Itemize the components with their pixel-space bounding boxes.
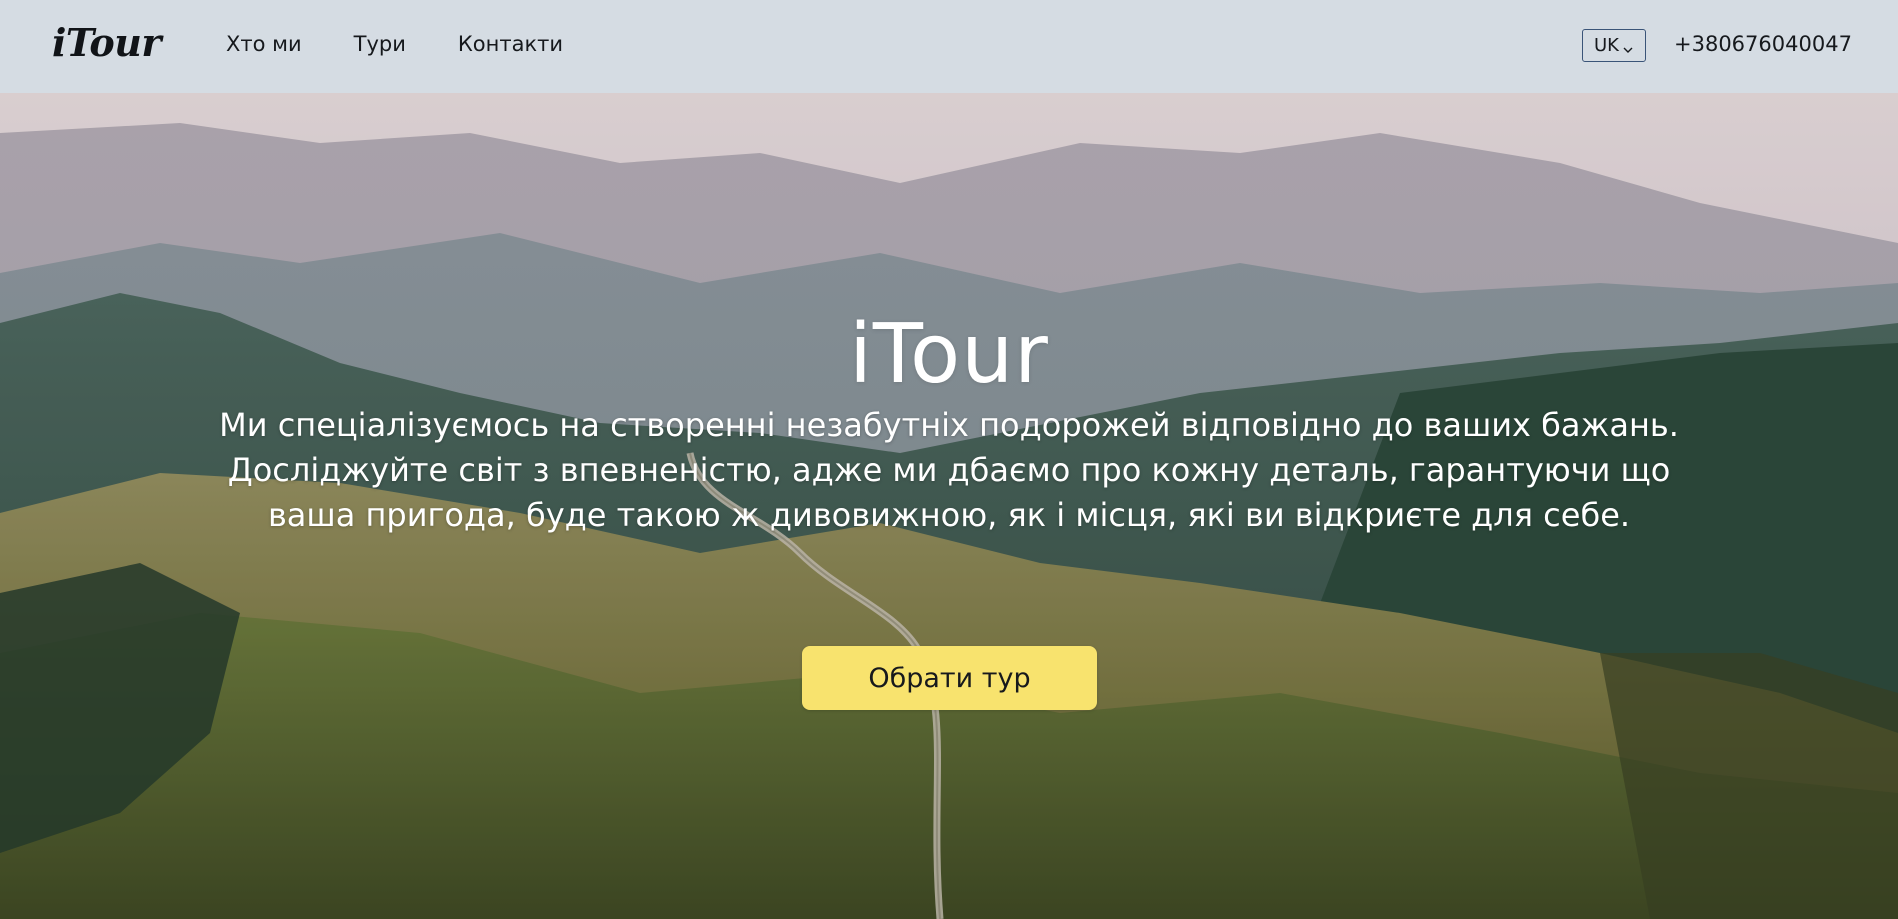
phone-link[interactable]: +380676040047: [1674, 28, 1852, 60]
hero-content: iTour Ми спеціалізуємось на створенні не…: [0, 93, 1898, 919]
choose-tour-button[interactable]: Обрати тур: [802, 646, 1097, 710]
nav-item-contacts[interactable]: Контакти: [458, 28, 563, 60]
site-header: iTour Хто ми Тури Контакти UK +380676040…: [0, 0, 1898, 93]
hero-description: Ми спеціалізуємось на створенні незабутн…: [219, 406, 1679, 534]
chevron-down-icon: [1622, 40, 1634, 53]
main-nav: Хто ми Тури Контакти: [226, 28, 563, 60]
nav-item-tours[interactable]: Тури: [354, 28, 406, 60]
site-logo[interactable]: iTour: [52, 19, 161, 67]
language-label: UK: [1594, 35, 1619, 56]
hero-section: iTour Ми спеціалізуємось на створенні не…: [0, 93, 1898, 919]
hero-title: iTour: [849, 307, 1049, 402]
language-selector[interactable]: UK: [1582, 29, 1646, 62]
landing-page: iTour Хто ми Тури Контакти UK +380676040…: [0, 0, 1898, 919]
nav-item-about[interactable]: Хто ми: [226, 28, 302, 60]
